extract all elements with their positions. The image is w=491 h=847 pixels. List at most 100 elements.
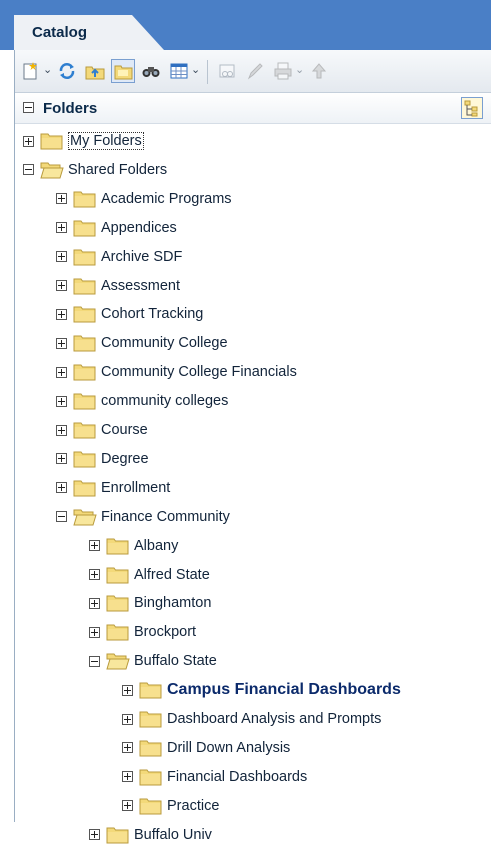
properties-icon[interactable]: [215, 59, 239, 83]
new-dropdown-caret[interactable]: ⌄: [43, 63, 52, 76]
expand-icon[interactable]: [56, 251, 67, 263]
tree-item[interactable]: Practice: [122, 794, 219, 818]
tree-item-label: Practice: [167, 797, 220, 814]
folders-collapse-toggle[interactable]: [23, 102, 34, 113]
folder-icon: [106, 624, 129, 641]
tree-item[interactable]: Community College Financials: [56, 360, 297, 384]
tree-item-label: Enrollment: [101, 479, 171, 496]
print-dropdown-caret[interactable]: ⌄: [295, 63, 304, 76]
tree-view-icon[interactable]: [461, 97, 483, 119]
tree-item-label: Academic Programs: [101, 190, 232, 207]
tree-item-label: My Folders: [68, 132, 144, 150]
tree-item-label: Drill Down Analysis: [167, 739, 291, 756]
tree-item[interactable]: Binghamton: [89, 591, 211, 615]
tree-item-label: Finance Community: [101, 508, 230, 525]
expand-icon[interactable]: [122, 800, 133, 812]
folder-icon: [73, 249, 96, 266]
tree-item-label: Community College: [101, 335, 228, 352]
edit-icon[interactable]: [243, 59, 267, 83]
folder-icon: [106, 827, 129, 844]
expand-icon[interactable]: [122, 742, 133, 754]
expand-icon[interactable]: [122, 713, 133, 725]
grid-icon[interactable]: [167, 59, 191, 83]
search-icon[interactable]: [139, 59, 163, 83]
expand-icon[interactable]: [56, 366, 67, 378]
collapse-icon[interactable]: [89, 655, 100, 667]
tree-item[interactable]: Drill Down Analysis: [122, 736, 290, 760]
tree-item[interactable]: Community College: [56, 331, 228, 355]
folder-icon: [40, 133, 63, 150]
expand-icon[interactable]: [89, 597, 100, 609]
tree-item-label: Financial Dashboards: [167, 768, 308, 785]
open-folder-icon: [106, 653, 130, 670]
tree-item[interactable]: Cohort Tracking: [56, 302, 203, 326]
folder-icon: [139, 769, 162, 786]
catalog-tab[interactable]: Catalog: [14, 15, 164, 50]
expand-icon[interactable]: [56, 482, 67, 494]
tree-item-label: Brockport: [134, 624, 197, 641]
catalog-tab-label: Catalog: [32, 24, 88, 41]
catalog-toolbar: ⌄ ⌄ ⌄: [15, 50, 491, 93]
toolbar-separator: [207, 60, 208, 84]
tree-item[interactable]: Dashboard Analysis and Prompts: [122, 707, 381, 731]
grid-dropdown-caret[interactable]: ⌄: [191, 63, 200, 76]
expand-icon[interactable]: [56, 280, 67, 291]
tree-item-label: Buffalo Univ: [134, 826, 212, 843]
tree-item[interactable]: community colleges: [56, 389, 228, 413]
tree-item[interactable]: Course: [56, 418, 148, 442]
folder-icon: [139, 682, 162, 699]
tree-item[interactable]: Assessment: [56, 274, 180, 298]
tree-item[interactable]: Finance Community: [56, 505, 230, 529]
folder-icon: [106, 538, 129, 555]
expand-icon[interactable]: [56, 453, 67, 465]
tree-item[interactable]: Financial Dashboards: [122, 765, 307, 789]
folder-up-icon[interactable]: [83, 59, 107, 83]
folder-icon: [73, 278, 96, 294]
tree-item[interactable]: Albany: [89, 534, 178, 558]
expand-icon[interactable]: [56, 222, 67, 234]
tree-item[interactable]: Shared Folders: [23, 158, 167, 182]
tree-item[interactable]: Appendices: [56, 216, 177, 240]
expand-icon[interactable]: [56, 424, 67, 436]
tree-item[interactable]: Brockport: [89, 620, 196, 644]
expand-icon[interactable]: [89, 569, 100, 580]
folder-icon: [73, 422, 96, 439]
tree-item[interactable]: Enrollment: [56, 476, 170, 500]
collapse-icon[interactable]: [23, 164, 34, 176]
tree-item[interactable]: Campus Financial Dashboards: [122, 678, 401, 702]
tree-item-label: Albany: [134, 537, 179, 554]
tree-item[interactable]: Academic Programs: [56, 187, 232, 211]
refresh-icon[interactable]: [55, 59, 79, 83]
expand-icon[interactable]: [89, 626, 100, 638]
tree-item[interactable]: Archive SDF: [56, 245, 182, 269]
expand-icon[interactable]: [23, 135, 34, 147]
tree-item-label: Shared Folders: [68, 161, 168, 178]
folder-icon: [73, 393, 96, 410]
tree-item[interactable]: Buffalo Univ: [89, 823, 212, 847]
collapse-icon[interactable]: [56, 511, 67, 523]
tree-item[interactable]: Degree: [56, 447, 149, 471]
tree-item-label: Assessment: [101, 277, 180, 294]
tree-item[interactable]: Alfred State: [89, 563, 210, 587]
expand-icon[interactable]: [56, 337, 67, 349]
tree-item[interactable]: Buffalo State: [89, 649, 217, 673]
folder-icon: [139, 798, 162, 815]
new-icon[interactable]: [19, 59, 43, 83]
tree-item-label: Binghamton: [134, 595, 212, 612]
expand-icon[interactable]: [122, 771, 133, 783]
folder-icon: [106, 567, 129, 583]
print-icon[interactable]: [271, 59, 295, 83]
catalog-panel: ⌄ ⌄ ⌄ Folders My Folders Shared Folders …: [14, 50, 491, 844]
expand-icon[interactable]: [89, 829, 100, 841]
expand-icon[interactable]: [56, 308, 67, 320]
tree-item[interactable]: My Folders: [23, 129, 144, 153]
folder-view-icon[interactable]: [111, 59, 135, 83]
expand-icon[interactable]: [56, 395, 67, 407]
upload-arrow-icon[interactable]: [307, 59, 331, 83]
expand-icon[interactable]: [56, 193, 67, 205]
tree-item-label: Dashboard Analysis and Prompts: [167, 711, 382, 727]
expand-icon[interactable]: [89, 540, 100, 552]
folder-icon: [73, 480, 96, 497]
folder-icon: [73, 220, 96, 237]
expand-icon[interactable]: [122, 684, 133, 696]
